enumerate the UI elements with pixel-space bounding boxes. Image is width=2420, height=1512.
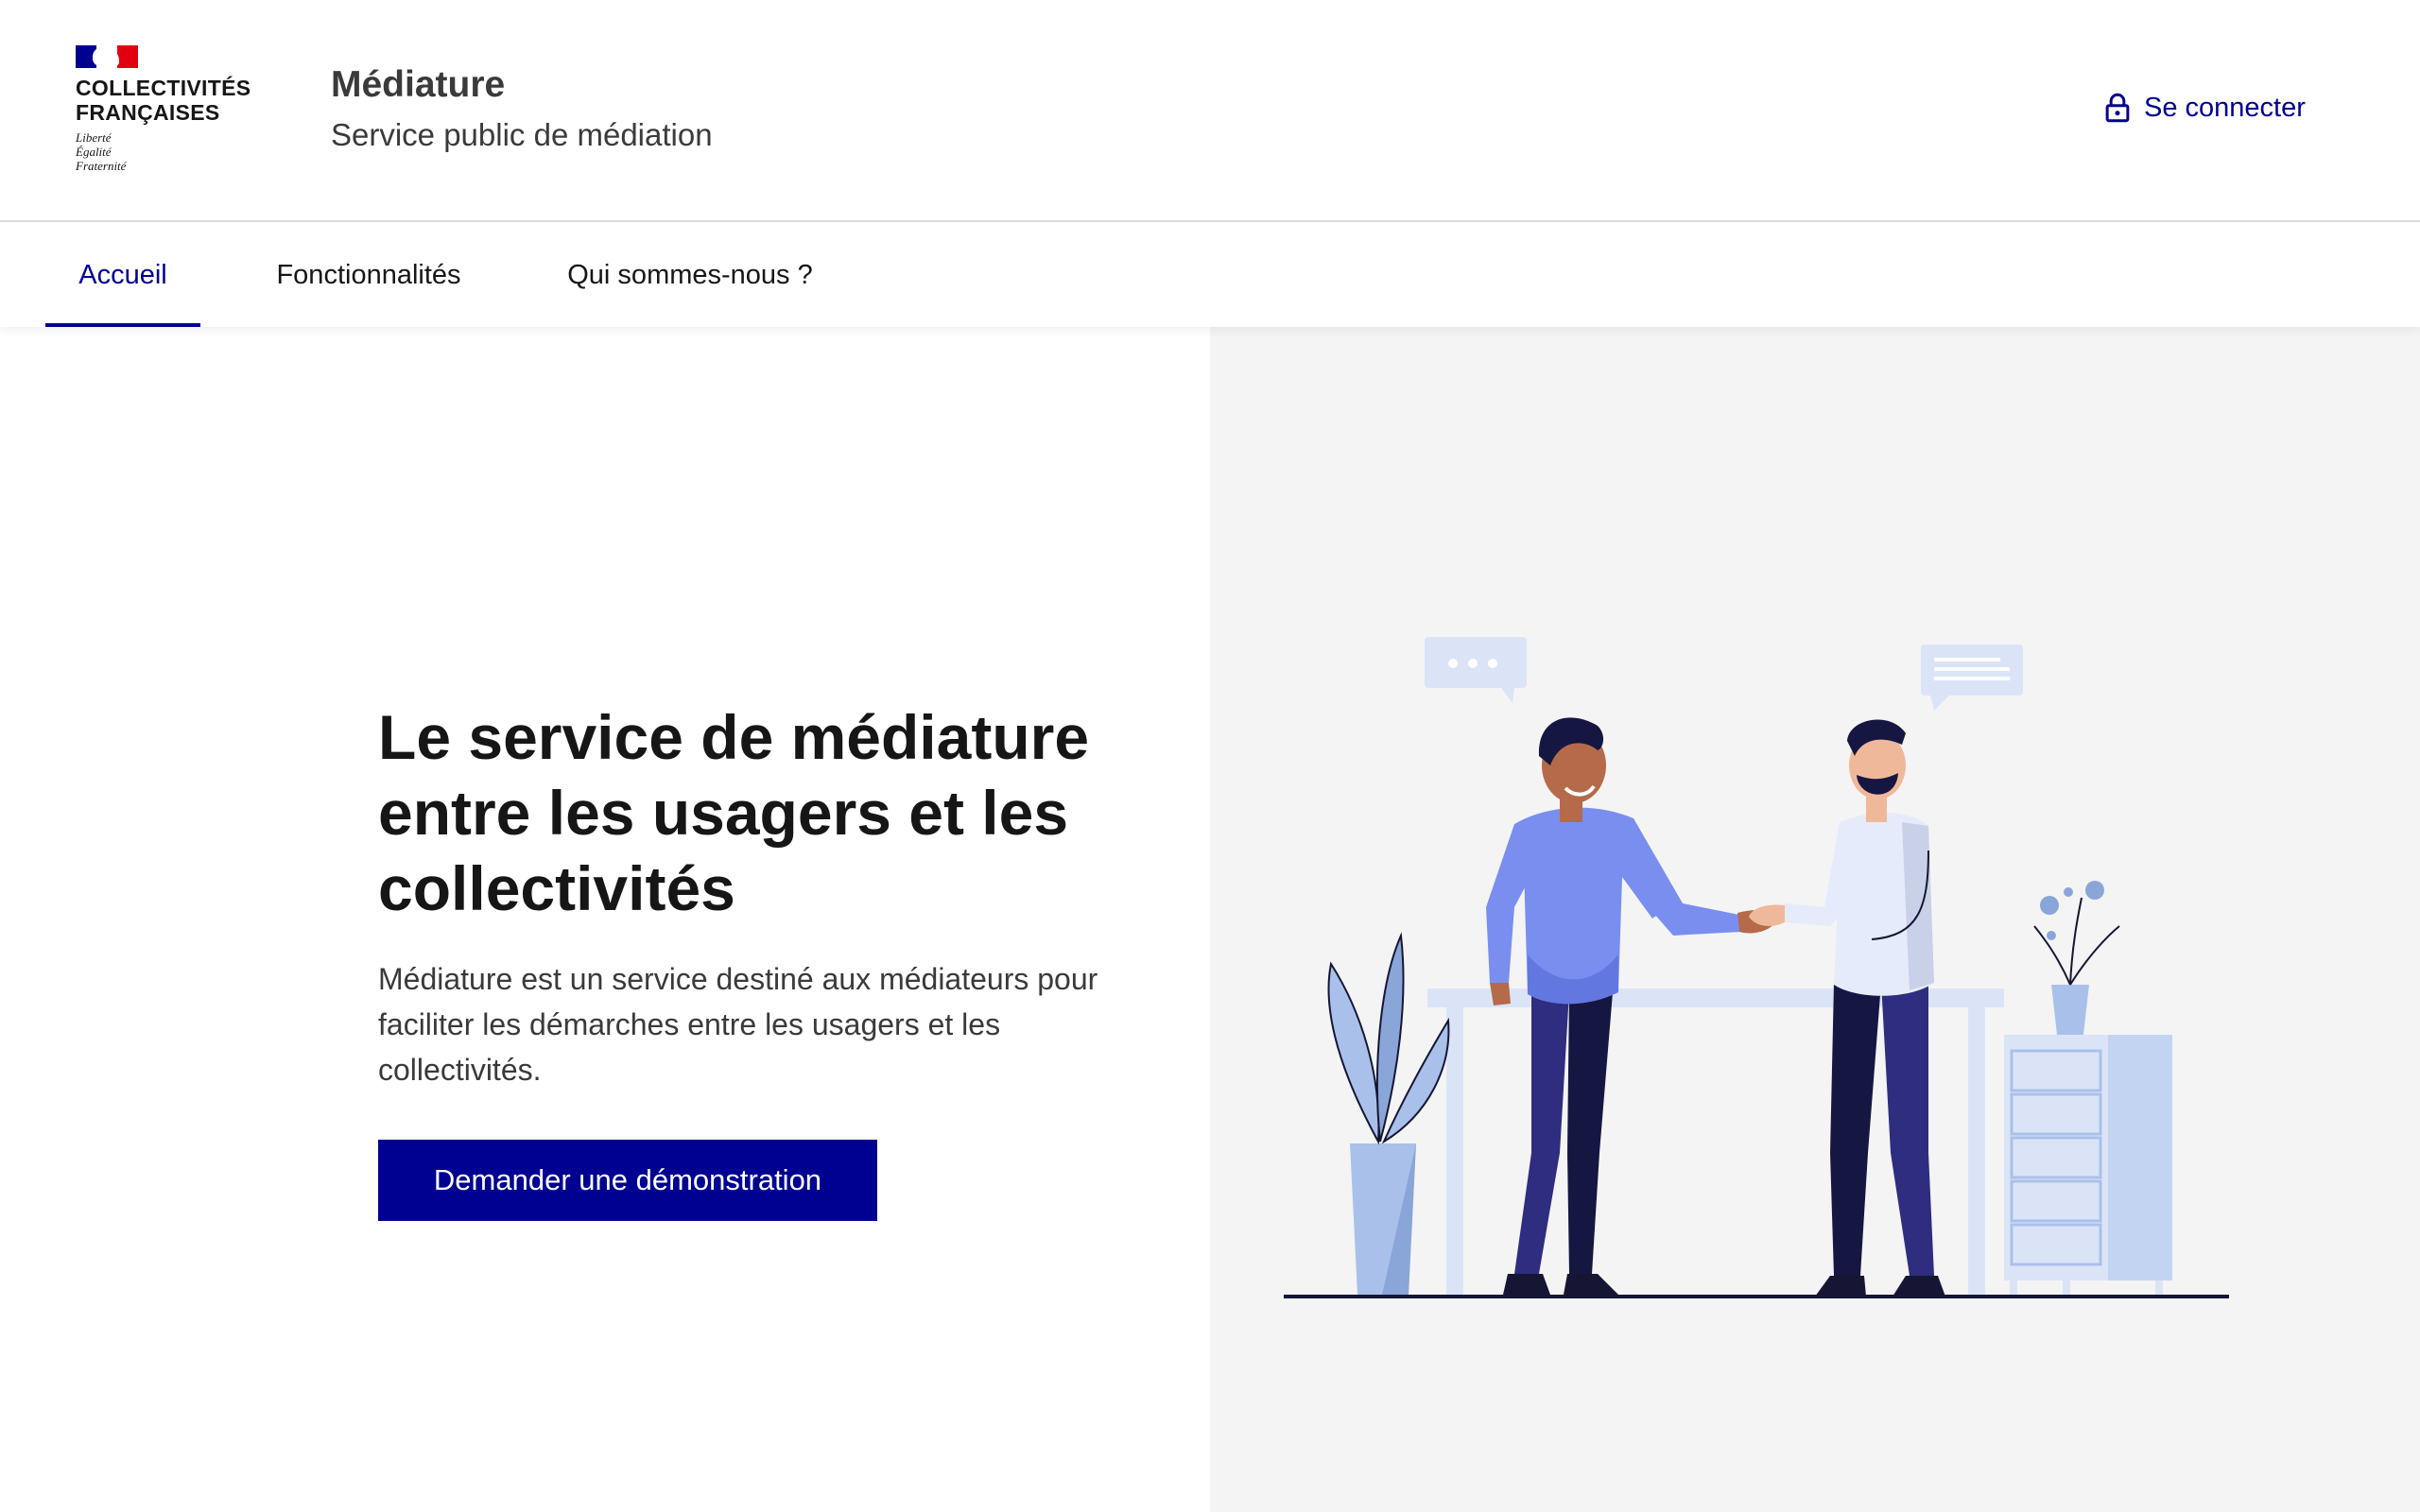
nav-item-accueil[interactable]: Accueil (45, 223, 200, 327)
floor-line (1284, 1295, 2229, 1298)
hero-title: Le service de médiature entre les usager… (378, 702, 1090, 923)
nav-item-fonctionnalites[interactable]: Fonctionnalités (238, 223, 499, 327)
nav-item-label: Qui sommes-nous ? (567, 259, 813, 290)
service-tagline: Service public de médiation (331, 117, 713, 152)
lock-icon (2105, 93, 2130, 123)
handshake-illustration (1284, 637, 2229, 1298)
nav-item-label: Accueil (78, 259, 167, 290)
main-navigation: Accueil Fonctionnalités Qui sommes-nous … (0, 223, 2420, 327)
org-name: COLLECTIVITÉS FRANÇAISES (76, 76, 251, 125)
republic-motto: Liberté Égalité Fraternité (76, 130, 127, 173)
hero-description: Médiature est un service destiné aux méd… (378, 962, 1098, 1087)
government-logo[interactable]: COLLECTIVITÉS FRANÇAISES Liberté Égalité… (76, 45, 265, 182)
plant-right (2033, 881, 2120, 1035)
request-demo-button[interactable]: Demander une démonstration (378, 1140, 877, 1221)
login-link[interactable]: Se connecter (2104, 87, 2306, 129)
site-header: COLLECTIVITÉS FRANÇAISES Liberté Égalité… (0, 0, 2420, 222)
nav-item-label: Fonctionnalités (276, 259, 461, 290)
french-flag-icon (76, 45, 138, 68)
nav-item-qui-sommes-nous[interactable]: Qui sommes-nous ? (537, 223, 843, 327)
speech-bubble-lines-icon (1921, 644, 2023, 711)
login-label: Se connecter (2144, 92, 2306, 123)
service-title[interactable]: Médiature (331, 64, 505, 106)
cabinet (2004, 1035, 2172, 1295)
person-right (1749, 719, 1945, 1297)
speech-bubble-dots-icon (1425, 637, 1527, 703)
